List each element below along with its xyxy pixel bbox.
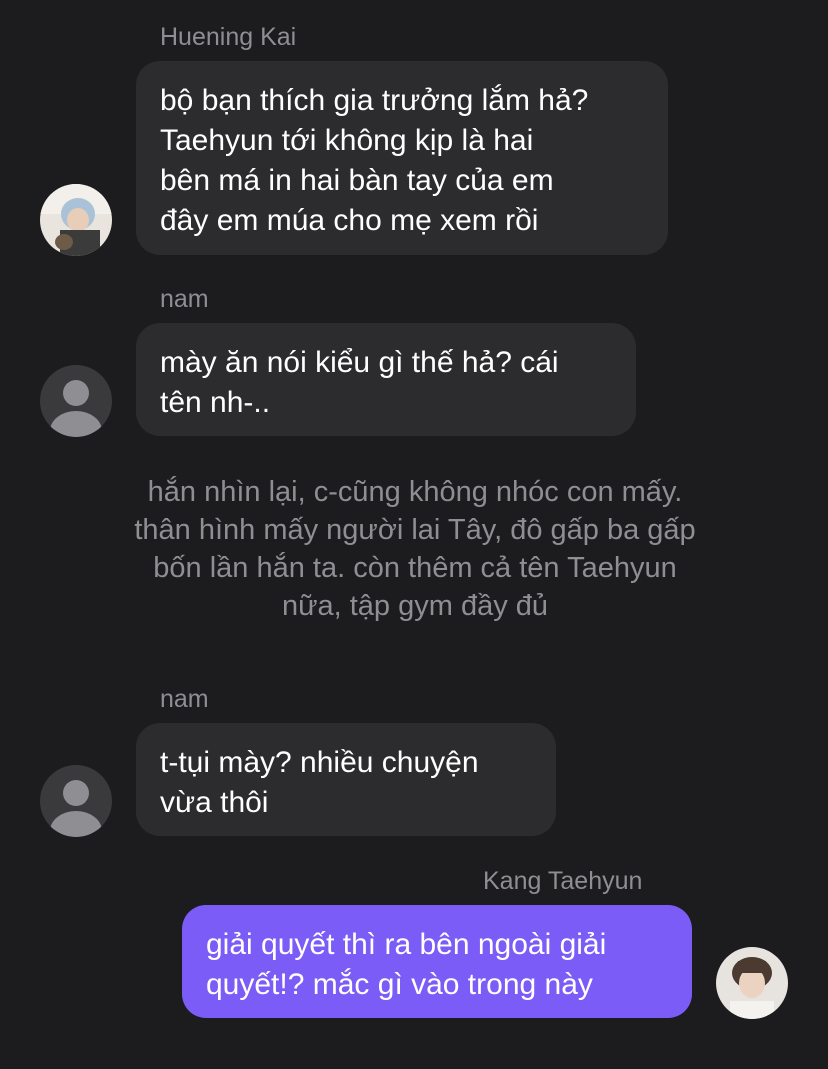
avatar-huening-kai[interactable]	[40, 184, 112, 256]
sender-name-kang-taehyun: Kang Taehyun	[483, 867, 643, 895]
message-bubble-outgoing[interactable]: giải quyết thì ra bên ngoài giải quyết!?…	[182, 905, 692, 1018]
avatar-nam[interactable]	[40, 365, 112, 437]
message-bubble-incoming[interactable]: t-tụi mày? nhiều chuyện vừa thôi	[136, 723, 556, 836]
message-bubble-incoming[interactable]: bộ bạn thích gia trưởng lắm hả? Taehyun …	[136, 61, 668, 255]
narration-text: hắn nhìn lại, c-cũng không nhóc con mấy.…	[134, 476, 696, 622]
photo-avatar-icon	[40, 184, 112, 256]
message-bubble-incoming[interactable]: mày ăn nói kiểu gì thế hả? cái tên nh-..	[136, 323, 636, 436]
default-person-icon	[40, 765, 112, 837]
avatar-nam[interactable]	[40, 765, 112, 837]
default-person-icon	[40, 365, 112, 437]
sender-name-nam: nam	[160, 285, 209, 313]
sender-name-nam: nam	[160, 685, 209, 713]
avatar-kang-taehyun[interactable]	[716, 947, 788, 1019]
sender-name-huening-kai: Huening Kai	[160, 23, 297, 51]
chat-thread[interactable]: Huening Kai bộ bạn thích gia trưởng lắm …	[0, 0, 828, 1069]
photo-avatar-icon	[716, 947, 788, 1019]
